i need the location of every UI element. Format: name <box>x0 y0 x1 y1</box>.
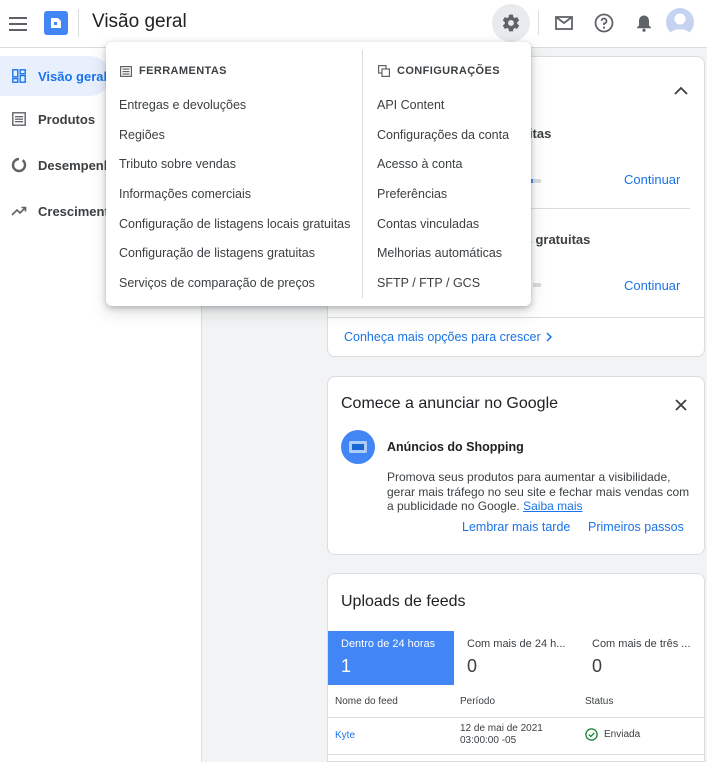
toolbar-divider <box>538 11 539 35</box>
feed-period-date: 12 de mai de 2021 <box>460 723 543 734</box>
avatar[interactable] <box>666 8 694 36</box>
tab-count: 0 <box>592 656 603 676</box>
feed-period: 12 de mai de 2021 03:00:00 -05 <box>460 723 543 747</box>
first-steps-button[interactable]: Primeiros passos <box>588 520 684 534</box>
tools-header: FERRAMENTAS <box>119 64 227 78</box>
header-divider <box>78 9 79 37</box>
ads-card-subtitle: Anúncios do Shopping <box>387 440 524 454</box>
settings-copy-icon <box>377 64 391 78</box>
feed-period-time: 03:00:00 -05 <box>460 735 517 746</box>
menu-item-free-listings[interactable]: Configuração de listagens gratuitas <box>119 246 315 260</box>
start-ads-card: Comece a anunciar no Google Anúncios do … <box>327 376 705 555</box>
column-header-feed-name: Nome do feed <box>335 696 398 707</box>
chevron-up-icon[interactable] <box>670 79 692 101</box>
top-app-bar: Visão geral <box>0 0 707 48</box>
tab-label: Dentro de 24 horas <box>341 638 436 650</box>
feed-name-link[interactable]: Kyte <box>335 730 355 741</box>
settings-header-label: CONFIGURAÇÕES <box>397 65 500 77</box>
learn-more-link[interactable]: Saiba mais <box>523 499 582 513</box>
ads-card-title: Comece a anunciar no Google <box>341 395 559 412</box>
ads-card-body: Promova seus produtos para aumentar a vi… <box>387 470 693 514</box>
page-title: Visão geral <box>92 11 187 32</box>
menu-item-account-settings[interactable]: Configurações da conta <box>377 128 509 142</box>
table-row-divider <box>328 754 704 755</box>
tools-icon <box>119 64 133 78</box>
tab-label: Com mais de 24 h... <box>467 638 566 650</box>
continue-button-2[interactable]: Continuar <box>624 278 680 293</box>
menu-item-linked-accounts[interactable]: Contas vinculadas <box>377 217 479 231</box>
menu-item-content-api[interactable]: API Content <box>377 98 444 112</box>
sidebar-item-label: Produtos <box>38 111 96 127</box>
menu-icon[interactable] <box>4 10 32 38</box>
settings-menu-divider <box>362 50 363 298</box>
continue-button-1[interactable]: Continuar <box>624 172 680 187</box>
bell-icon[interactable] <box>632 11 656 35</box>
help-icon[interactable] <box>592 11 616 35</box>
trending-up-icon <box>10 202 28 220</box>
menu-item-preferences[interactable]: Preferências <box>377 187 447 201</box>
list-icon <box>10 110 28 128</box>
tab-within-24h[interactable]: Dentro de 24 horas 1 <box>328 631 454 685</box>
settings-header: CONFIGURAÇÕES <box>377 64 500 78</box>
feed-uploads-card: Uploads de feeds Dentro de 24 horas 1 Co… <box>327 573 705 762</box>
feed-status-label: Enviada <box>604 729 641 740</box>
merchant-center-logo-icon[interactable] <box>44 11 68 35</box>
menu-item-sftp-ftp-gcs[interactable]: SFTP / FTP / GCS <box>377 276 480 290</box>
tab-over-24h[interactable]: Com mais de 24 h... 0 <box>454 631 579 685</box>
more-growth-options-link[interactable]: Conheça mais opções para crescer <box>344 330 552 344</box>
menu-item-account-access[interactable]: Acesso à conta <box>377 157 462 171</box>
menu-item-business-info[interactable]: Informações comerciais <box>119 187 251 201</box>
feeds-card-title: Uploads de feeds <box>341 593 466 610</box>
growth-footer-divider <box>328 317 704 318</box>
gear-icon[interactable] <box>492 4 530 42</box>
growth-row2-progress-track <box>533 283 541 287</box>
growth-row1-progress-track <box>533 179 541 183</box>
feed-status: Enviada <box>585 728 640 741</box>
check-circle-icon <box>585 728 598 741</box>
menu-item-automatic-improvements[interactable]: Melhorias automáticas <box>377 246 502 260</box>
sidebar-item-label: Visão geral <box>38 68 108 84</box>
tab-count: 0 <box>467 656 478 676</box>
settings-menu: FERRAMENTAS Entregas e devoluções Regiõe… <box>106 42 531 306</box>
menu-item-comparison-shopping[interactable]: Serviços de comparação de preços <box>119 276 315 290</box>
menu-item-shipping-returns[interactable]: Entregas e devoluções <box>119 98 246 112</box>
dashboard-icon <box>10 67 28 85</box>
donut-chart-icon <box>10 156 28 174</box>
menu-item-sales-tax[interactable]: Tributo sobre vendas <box>119 157 236 171</box>
sidebar-item-label: Crescimento <box>38 203 117 219</box>
tab-label: Com mais de três ... <box>592 638 691 650</box>
table-row: Kyte 12 de mai de 2021 03:00:00 -05 Envi… <box>328 718 704 754</box>
more-growth-options-label: Conheça mais opções para crescer <box>344 330 541 344</box>
column-header-status: Status <box>585 696 614 707</box>
tab-count: 1 <box>341 656 352 676</box>
chevron-right-icon <box>546 332 552 342</box>
sidebar-item-overview[interactable]: Visão geral <box>0 56 110 96</box>
tab-over-three[interactable]: Com mais de três ... 0 <box>579 631 704 685</box>
menu-item-free-local-listings[interactable]: Configuração de listagens locais gratuit… <box>119 217 350 231</box>
growth-row2-title: is gratuitas <box>521 232 591 247</box>
mail-icon[interactable] <box>552 11 576 35</box>
menu-item-regions[interactable]: Regiões <box>119 128 165 142</box>
column-header-period: Período <box>460 696 496 707</box>
shopping-ads-icon <box>341 430 375 464</box>
remind-later-button[interactable]: Lembrar mais tarde <box>462 520 570 534</box>
tools-header-label: FERRAMENTAS <box>139 65 227 77</box>
close-icon[interactable] <box>670 394 692 416</box>
